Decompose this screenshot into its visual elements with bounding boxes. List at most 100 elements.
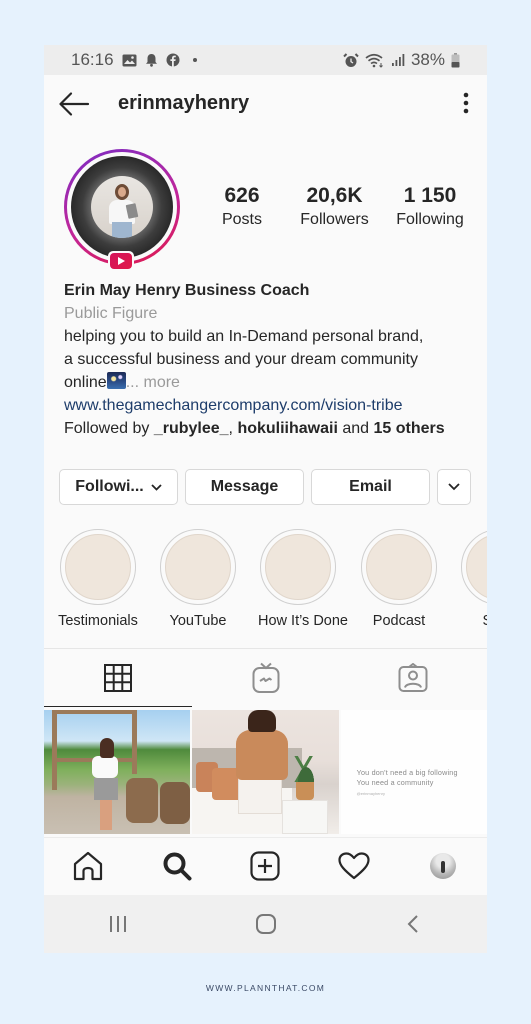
post-thumbnail[interactable]: You don't need a big following You need …	[340, 710, 487, 834]
tab-tagged[interactable]	[339, 649, 487, 707]
highlight-label: Testimonials	[58, 613, 138, 629]
quote-line-1: You don't need a big following	[356, 768, 458, 777]
highlight-youtube[interactable]: YouTube	[158, 529, 238, 629]
nav-home[interactable]	[44, 838, 133, 893]
highlight-simp[interactable]: Simp	[459, 529, 487, 629]
nav-search[interactable]	[133, 838, 222, 893]
chevron-down-icon	[448, 483, 460, 491]
post-thumbnail[interactable]	[192, 710, 339, 834]
android-navigation-bar	[44, 895, 487, 953]
bio-line-2: a successful business and your dream com…	[64, 351, 418, 368]
status-bar: 16:16 38%	[44, 45, 487, 75]
gallery-icon	[122, 54, 137, 67]
followers-label: Followers	[300, 211, 369, 228]
stat-posts[interactable]: 626 Posts	[200, 183, 284, 231]
followed-by-and: and	[337, 420, 374, 437]
highlight-cover	[466, 534, 487, 600]
recents-icon	[109, 916, 126, 932]
footer-watermark: WWW.PLANNTHAT.COM	[205, 983, 326, 993]
quote-text: You don't need a big following You need …	[357, 768, 485, 788]
recents-button[interactable]	[44, 895, 192, 953]
email-button[interactable]: Email	[311, 469, 430, 505]
tab-grid[interactable]	[44, 649, 192, 707]
arrow-left-icon	[59, 92, 90, 116]
highlight-label: YouTube	[169, 613, 227, 629]
dot-icon	[188, 53, 202, 67]
profile-photo	[91, 176, 153, 238]
bio-line-3: online ... more	[64, 371, 474, 394]
search-icon	[163, 852, 192, 880]
profile-header: erinmayhenry	[44, 75, 487, 133]
highlight-cover	[165, 534, 231, 600]
signal-icon	[391, 53, 405, 67]
chevron-down-icon	[151, 483, 162, 491]
kebab-menu-icon	[463, 92, 469, 114]
activity-heart-icon	[338, 851, 370, 879]
profile-tabs	[44, 649, 487, 707]
bio-line-3-text: online	[64, 374, 107, 391]
highlight-label: How It’s Done	[258, 613, 348, 629]
nav-new-post[interactable]	[221, 838, 310, 893]
followers-count: 20,6K	[306, 184, 363, 207]
followed-by-user: _rubylee_	[153, 420, 229, 437]
following-label: Following	[396, 211, 464, 228]
wifi-icon	[365, 53, 385, 68]
options-menu-button[interactable]	[461, 91, 471, 117]
followed-by-user: hokuliihawaii	[237, 420, 338, 437]
highlight-podcast[interactable]: Podcast	[359, 529, 439, 629]
followed-by-prefix: Followed by	[64, 420, 154, 437]
following-button-label: Followi...	[75, 478, 144, 495]
suggested-accounts-button[interactable]	[437, 469, 471, 505]
bio-line-1: helping you to build an In-Demand person…	[64, 328, 424, 345]
home-button[interactable]	[192, 895, 340, 953]
story-highlights: Testimonials YouTube How It’s Done Podca…	[54, 529, 487, 629]
profile-avatar	[429, 852, 456, 879]
igtv-badge[interactable]	[108, 251, 134, 271]
profile-website-link[interactable]: www.thegamechangercompany.com/vision-tri…	[64, 394, 474, 417]
highlight-testimonials[interactable]: Testimonials	[58, 529, 138, 629]
bottom-navigation	[44, 837, 487, 893]
bio-more-link[interactable]: ... more	[126, 374, 180, 391]
home-button-icon	[255, 914, 276, 934]
following-button[interactable]: Followi...	[59, 469, 178, 505]
quote-handle: @erinmayhenry	[356, 791, 385, 796]
tab-igtv[interactable]	[192, 649, 340, 707]
battery-percent: 38%	[410, 50, 445, 69]
profile-display-name: Erin May Henry Business Coach	[64, 282, 310, 299]
followed-by-others: 15 others	[373, 420, 445, 437]
profile-actions: Followi... Message Email	[59, 469, 472, 505]
night-sky-emoji-icon	[106, 372, 126, 389]
highlight-cover	[65, 534, 131, 600]
highlight-cover	[265, 534, 331, 600]
message-button[interactable]: Message	[185, 469, 304, 505]
highlight-label: Podcast	[372, 613, 426, 629]
posts-label: Posts	[221, 211, 262, 228]
stat-following[interactable]: 1 150 Following	[385, 183, 475, 231]
back-icon	[407, 915, 418, 933]
highlight-how-its-done[interactable]: How It’s Done	[258, 529, 348, 629]
home-icon	[74, 851, 103, 880]
phone-screen: 16:16 38% erinmayhenry 626 Posts 20,6K F…	[44, 45, 487, 953]
quote-line-2: You need a community	[356, 778, 434, 787]
posts-count: 626	[224, 184, 260, 207]
nav-profile[interactable]	[398, 838, 487, 893]
stat-followers[interactable]: 20,6K Followers	[285, 183, 385, 231]
igtv-icon	[252, 662, 279, 693]
battery-icon	[451, 52, 460, 68]
post-thumbnail[interactable]	[44, 710, 191, 834]
back-button[interactable]	[58, 91, 90, 117]
new-post-icon	[250, 850, 281, 881]
facebook-icon	[166, 53, 180, 67]
status-time: 16:16	[71, 50, 114, 69]
followed-by[interactable]: Followed by _rubylee_, hokuliihawaii and…	[64, 417, 474, 440]
alarm-icon	[343, 52, 359, 68]
following-count: 1 150	[403, 184, 457, 207]
nav-activity[interactable]	[310, 838, 399, 893]
profile-bio: Erin May Henry Business Coach Public Fig…	[64, 279, 474, 440]
profile-avatar-story-ring[interactable]	[64, 149, 180, 265]
posts-grid: You don't need a big following You need …	[44, 710, 487, 834]
tagged-icon	[398, 663, 428, 692]
grid-icon	[103, 664, 132, 692]
system-back-button[interactable]	[339, 895, 487, 953]
highlight-cover	[366, 534, 432, 600]
